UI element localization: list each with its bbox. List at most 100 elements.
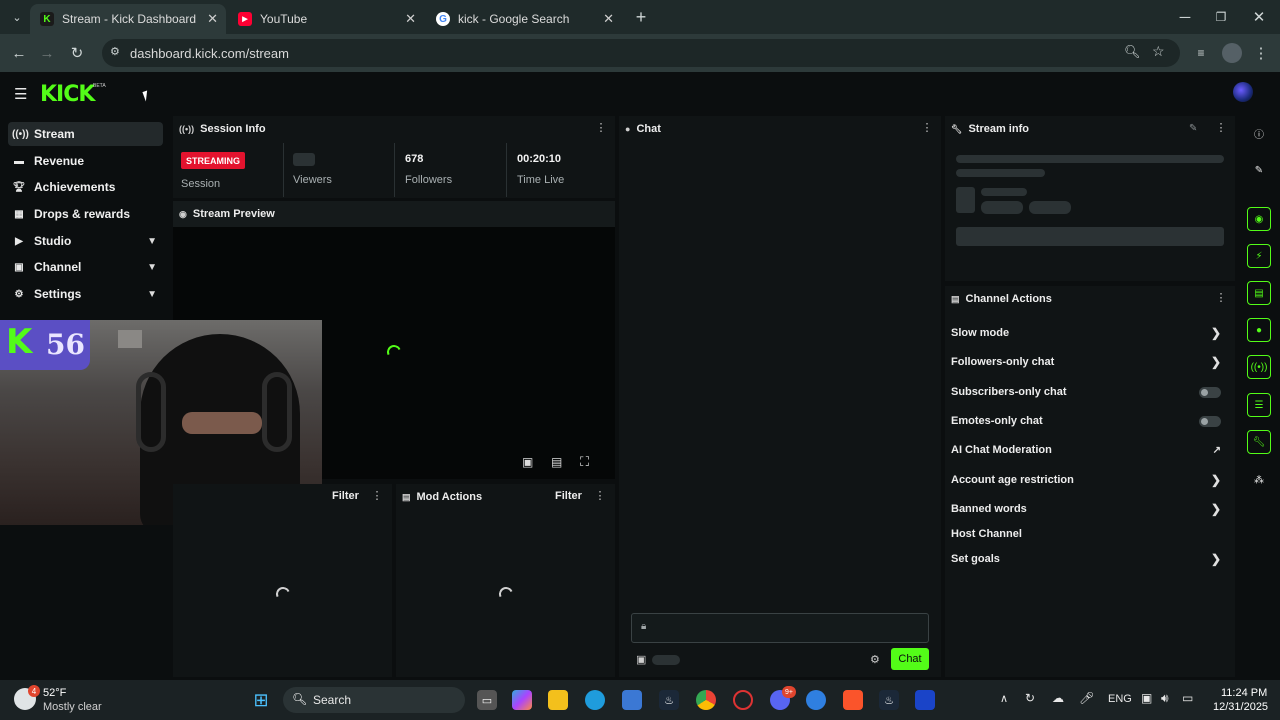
steam-icon[interactable]: ♨: [659, 690, 679, 710]
weather-desc: Mostly clear: [43, 701, 102, 713]
mod-actions-header: ▤ Mod Actions: [396, 484, 615, 510]
broadcast-icon[interactable]: ((•)): [1247, 355, 1271, 379]
chat-send-button[interactable]: Chat: [891, 648, 929, 670]
theater-mode-icon[interactable]: ▤: [551, 455, 562, 469]
hamburger-menu-icon[interactable]: ☰: [14, 85, 27, 103]
edit-pencil-icon[interactable]: ✎: [1189, 123, 1197, 134]
sidebar-item-revenue[interactable]: ▬ Revenue: [8, 149, 163, 173]
preview-toggle-icon[interactable]: ◉: [1247, 207, 1271, 231]
followers-only-chat-row[interactable]: Followers-only chat ❯: [951, 352, 1227, 372]
maximize-icon[interactable]: ❐: [1210, 6, 1232, 28]
back-icon[interactable]: ←: [8, 42, 30, 64]
kick-logo[interactable]: KICK: [40, 82, 95, 107]
more-options-icon[interactable]: ⋮: [371, 489, 383, 505]
account-age-restriction-row[interactable]: Account age restriction ❯: [951, 470, 1227, 490]
picture-in-picture-icon[interactable]: ▣: [522, 455, 533, 469]
sidebar-item-drops-rewards[interactable]: ▦ Drops & rewards: [8, 202, 163, 226]
chrome-icon[interactable]: [696, 690, 716, 710]
sidebar-item-channel[interactable]: ▣ Channel ▼: [8, 255, 163, 279]
edge-icon[interactable]: [585, 690, 605, 710]
google-favicon-icon: G: [436, 12, 450, 26]
lock-icon: 🔒︎: [641, 621, 647, 632]
taskbar-search[interactable]: 🔍︎ Search: [283, 687, 465, 713]
browser-menu-icon[interactable]: ⋮: [1250, 42, 1272, 64]
minimize-icon[interactable]: ─: [1174, 6, 1196, 28]
emote-icon[interactable]: ▣: [636, 653, 646, 666]
store-icon[interactable]: [622, 690, 642, 710]
copilot-icon[interactable]: [512, 690, 532, 710]
forward-icon[interactable]: →: [36, 42, 58, 64]
chat-settings-gear-icon[interactable]: ⚙: [870, 653, 880, 666]
tab-kick-dashboard[interactable]: K Stream - Kick Dashboard ✕: [30, 4, 226, 34]
more-options-icon[interactable]: ⋮: [1215, 291, 1227, 307]
app-icon[interactable]: [733, 690, 753, 710]
host-channel-row[interactable]: Host Channel: [951, 524, 1227, 544]
slow-mode-row[interactable]: Slow mode ❯: [951, 323, 1227, 343]
steam-icon[interactable]: ♨: [879, 690, 899, 710]
microphone-icon[interactable]: 🎤︎: [1079, 691, 1094, 705]
emotes-only-toggle[interactable]: [1199, 415, 1221, 427]
profile-avatar[interactable]: [1222, 43, 1242, 63]
reload-icon[interactable]: ↻: [66, 42, 88, 64]
filter-button[interactable]: Filter: [332, 490, 359, 502]
filter-button[interactable]: Filter: [555, 490, 582, 502]
file-explorer-icon[interactable]: [548, 690, 568, 710]
extensions-icon[interactable]: ≡: [1190, 42, 1212, 64]
cloud-icon[interactable]: ☁: [1052, 691, 1064, 705]
tab-youtube[interactable]: ▶ YouTube ✕: [228, 4, 424, 34]
bookmark-star-icon[interactable]: ☆: [1152, 43, 1165, 60]
loading-skeleton: [956, 227, 1224, 246]
close-tab-icon[interactable]: ✕: [405, 11, 416, 27]
sidebar-item-settings[interactable]: ⚙ Settings ▼: [8, 282, 163, 306]
wrench-icon: 🔧︎: [951, 123, 963, 134]
tab-google-search[interactable]: G kick - Google Search ✕: [426, 4, 622, 34]
more-options-icon[interactable]: ⋮: [594, 489, 606, 505]
brave-icon[interactable]: [843, 690, 863, 710]
site-info-icon[interactable]: ⚙: [110, 45, 120, 58]
task-view-icon[interactable]: ▭: [477, 690, 497, 710]
new-tab-icon[interactable]: +: [630, 6, 652, 28]
chat-input[interactable]: 🔒︎: [631, 613, 929, 643]
chat-bubble-icon[interactable]: ●: [1247, 318, 1271, 342]
chevron-up-icon[interactable]: ∧: [1000, 692, 1008, 705]
external-link-icon: ↗: [1212, 444, 1221, 456]
loading-skeleton: [956, 169, 1045, 177]
language-indicator[interactable]: ENG: [1108, 693, 1132, 705]
close-window-icon[interactable]: ✕: [1248, 6, 1270, 28]
set-goals-row[interactable]: Set goals ❯: [951, 549, 1227, 569]
list-icon[interactable]: ☰: [1247, 393, 1271, 417]
clock-time[interactable]: 11:24 PM: [1221, 687, 1267, 699]
tab-search-icon[interactable]: ⌄: [6, 6, 28, 28]
ai-chat-moderation-row[interactable]: AI Chat Moderation ↗: [951, 440, 1227, 460]
sidebar-item-achievements[interactable]: 🏆︎ Achievements: [8, 175, 163, 199]
subscribers-only-toggle[interactable]: [1199, 386, 1221, 398]
close-tab-icon[interactable]: ✕: [207, 11, 218, 27]
add-widget-icon[interactable]: ⁂: [1247, 468, 1271, 492]
address-bar[interactable]: ⚙ dashboard.kick.com/stream 🔍︎ ☆: [102, 39, 1180, 67]
sync-icon[interactable]: ↻: [1025, 691, 1035, 705]
battery-icon[interactable]: ▭: [1182, 691, 1193, 705]
lightning-icon[interactable]: ⚡︎: [1247, 244, 1271, 268]
sidebar-item-studio[interactable]: ▶ Studio ▼: [8, 229, 163, 253]
windows-start-icon[interactable]: ⊞: [251, 690, 271, 710]
clock-date[interactable]: 12/31/2025: [1213, 701, 1268, 713]
close-tab-icon[interactable]: ✕: [603, 11, 614, 27]
more-options-icon[interactable]: ⋮: [1215, 121, 1227, 137]
info-icon[interactable]: ⓘ: [1247, 121, 1271, 145]
more-options-icon[interactable]: ⋮: [921, 121, 933, 137]
sidebar-item-stream[interactable]: ((•)) Stream: [8, 122, 163, 146]
edit-pencil-icon[interactable]: ✎: [1247, 158, 1271, 182]
app-icon[interactable]: [806, 690, 826, 710]
user-avatar[interactable]: [1233, 82, 1253, 102]
app-icon[interactable]: [915, 690, 935, 710]
stream-info-panel: 🔧︎ Stream info ✎ ⋮: [945, 116, 1235, 281]
subscribers-only-chat-row: Subscribers-only chat: [951, 382, 1227, 402]
zoom-icon[interactable]: 🔍︎: [1124, 44, 1141, 60]
fullscreen-icon[interactable]: ⛶: [580, 454, 589, 470]
volume-icon[interactable]: 🔊︎: [1161, 691, 1169, 706]
wrench-icon[interactable]: 🔧︎: [1247, 430, 1271, 454]
network-icon[interactable]: ▣: [1141, 691, 1152, 705]
banned-words-row[interactable]: Banned words ❯: [951, 499, 1227, 519]
more-options-icon[interactable]: ⋮: [595, 121, 607, 137]
notes-icon[interactable]: ▤: [1247, 281, 1271, 305]
